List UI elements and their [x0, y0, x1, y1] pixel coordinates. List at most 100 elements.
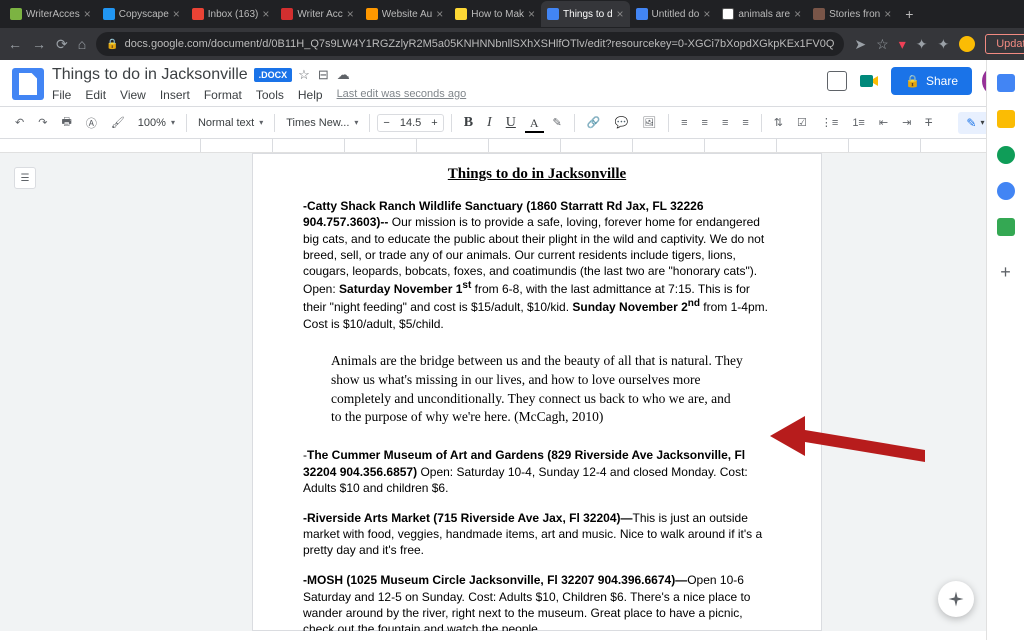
- browser-tab-active[interactable]: Things to d×: [541, 1, 630, 27]
- close-icon[interactable]: ×: [84, 7, 91, 21]
- send-icon[interactable]: ➤: [854, 36, 866, 53]
- paint-format-button[interactable]: 🖌: [106, 112, 130, 133]
- clear-format-button[interactable]: T: [920, 113, 937, 133]
- font-size-decrease[interactable]: −: [378, 115, 394, 131]
- browser-chrome: WriterAcces× Copyscape× Inbox (163)× Wri…: [0, 0, 1024, 60]
- font-select[interactable]: Times New...: [282, 114, 362, 132]
- redo-button[interactable]: ↷: [33, 112, 52, 133]
- font-size-value[interactable]: 14.5: [395, 115, 426, 131]
- close-icon[interactable]: ×: [173, 7, 180, 21]
- close-icon[interactable]: ×: [436, 7, 443, 21]
- menu-file[interactable]: File: [52, 88, 71, 102]
- align-right-button[interactable]: ≡: [717, 113, 733, 133]
- url-bar[interactable]: 🔒 docs.google.com/document/d/0B11H_Q7s9L…: [96, 32, 844, 56]
- document-area: Things to do in Jacksonville -Catty Shac…: [0, 153, 1024, 631]
- menu-view[interactable]: View: [120, 88, 146, 102]
- menu-help[interactable]: Help: [298, 88, 323, 102]
- pocket-icon[interactable]: ▾: [899, 36, 906, 53]
- close-icon[interactable]: ×: [884, 7, 891, 21]
- new-tab-button[interactable]: +: [897, 6, 921, 22]
- browser-tab[interactable]: Untitled do×: [630, 1, 717, 27]
- print-button[interactable]: 🖶: [56, 109, 76, 136]
- menu-edit[interactable]: Edit: [85, 88, 106, 102]
- zoom-select[interactable]: 100%: [134, 114, 179, 132]
- extensions-icon[interactable]: ✦: [937, 36, 949, 53]
- close-icon[interactable]: ×: [528, 7, 535, 21]
- star-icon[interactable]: ☆: [298, 67, 310, 83]
- reload-icon[interactable]: ⟳: [56, 36, 68, 53]
- align-justify-button[interactable]: ≡: [737, 113, 753, 133]
- nav-bar: ← → ⟳ ⌂ 🔒 docs.google.com/document/d/0B1…: [0, 28, 1024, 60]
- style-select[interactable]: Normal text: [194, 114, 267, 132]
- close-icon[interactable]: ×: [703, 7, 710, 21]
- menu-tools[interactable]: Tools: [256, 88, 284, 102]
- close-icon[interactable]: ×: [794, 7, 801, 21]
- checklist-button[interactable]: ☑: [792, 112, 812, 133]
- quote-block: Animals are the bridge between us and th…: [303, 346, 771, 434]
- font-size-control: − 14.5 +: [377, 114, 443, 132]
- comment-button[interactable]: 💬: [609, 112, 633, 133]
- close-icon[interactable]: ×: [347, 7, 354, 21]
- lock-icon: 🔒: [905, 74, 920, 88]
- nav-right: ➤ ☆ ▾ ✦ ✦ Update ⋮: [854, 34, 1024, 54]
- align-center-button[interactable]: ≡: [697, 113, 713, 133]
- underline-button[interactable]: U: [501, 112, 521, 134]
- undo-button[interactable]: ↶: [10, 112, 29, 133]
- menu-insert[interactable]: Insert: [160, 88, 190, 102]
- outline-toggle-button[interactable]: [14, 167, 36, 189]
- browser-tab[interactable]: Writer Acc×: [275, 1, 359, 27]
- keep-app-icon[interactable]: [997, 110, 1015, 128]
- menu-format[interactable]: Format: [204, 88, 242, 102]
- ruler[interactable]: [0, 139, 1024, 153]
- highlight-button[interactable]: ✎: [548, 112, 567, 133]
- back-icon[interactable]: ←: [8, 36, 22, 52]
- move-icon[interactable]: ⊟: [318, 67, 329, 83]
- add-app-button[interactable]: +: [1000, 262, 1011, 283]
- numbered-list-button[interactable]: 1≡: [847, 113, 870, 133]
- browser-tab[interactable]: Website Au×: [360, 1, 449, 27]
- share-button[interactable]: 🔒Share: [891, 67, 972, 95]
- document-heading: Things to do in Jacksonville: [303, 164, 771, 184]
- contacts-app-icon[interactable]: [997, 182, 1015, 200]
- header-right: 🔒Share: [827, 66, 1012, 96]
- browser-tab[interactable]: WriterAcces×: [4, 1, 97, 27]
- comment-history-icon[interactable]: [827, 71, 847, 91]
- bullet-list-button[interactable]: ⋮≡: [816, 112, 843, 133]
- text-color-button[interactable]: A: [525, 113, 544, 133]
- cloud-icon[interactable]: ☁: [337, 67, 350, 83]
- extension-icon[interactable]: [959, 36, 975, 52]
- extension-icon[interactable]: ✦: [916, 36, 928, 53]
- browser-tab[interactable]: Stories fron×: [807, 1, 897, 27]
- line-spacing-button[interactable]: ⇅: [769, 112, 788, 133]
- explore-button[interactable]: [938, 581, 974, 617]
- browser-tab[interactable]: Copyscape×: [97, 1, 186, 27]
- browser-tab[interactable]: How to Mak×: [449, 1, 541, 27]
- maps-app-icon[interactable]: [997, 218, 1015, 236]
- formatting-toolbar: ↶ ↷ 🖶 Ⓐ 🖌 100% Normal text Times New... …: [0, 107, 1024, 139]
- italic-button[interactable]: I: [482, 112, 497, 134]
- document-page[interactable]: Things to do in Jacksonville -Catty Shac…: [252, 153, 822, 631]
- spellcheck-button[interactable]: Ⓐ: [81, 111, 102, 135]
- bold-button[interactable]: B: [459, 112, 478, 134]
- browser-tab[interactable]: animals are×: [716, 1, 807, 27]
- close-icon[interactable]: ×: [617, 7, 624, 21]
- close-icon[interactable]: ×: [262, 7, 269, 21]
- forward-icon[interactable]: →: [32, 36, 46, 52]
- image-button[interactable]: 🖼: [637, 112, 661, 133]
- last-edit-text[interactable]: Last edit was seconds ago: [337, 88, 467, 102]
- tasks-app-icon[interactable]: [997, 146, 1015, 164]
- browser-tab[interactable]: Inbox (163)×: [186, 1, 276, 27]
- calendar-app-icon[interactable]: [997, 74, 1015, 92]
- indent-button[interactable]: ⇥: [897, 112, 916, 133]
- tab-strip: WriterAcces× Copyscape× Inbox (163)× Wri…: [0, 0, 1024, 28]
- update-button[interactable]: Update: [985, 34, 1024, 54]
- docs-logo-icon[interactable]: [12, 68, 44, 100]
- link-button[interactable]: 🔗: [582, 112, 606, 133]
- font-size-increase[interactable]: +: [426, 115, 442, 131]
- outdent-button[interactable]: ⇤: [874, 112, 893, 133]
- align-left-button[interactable]: ≡: [676, 113, 692, 133]
- home-icon[interactable]: ⌂: [78, 36, 86, 52]
- meet-icon[interactable]: [857, 69, 881, 93]
- document-title[interactable]: Things to do in Jacksonville: [52, 66, 248, 84]
- star-icon[interactable]: ☆: [876, 36, 889, 53]
